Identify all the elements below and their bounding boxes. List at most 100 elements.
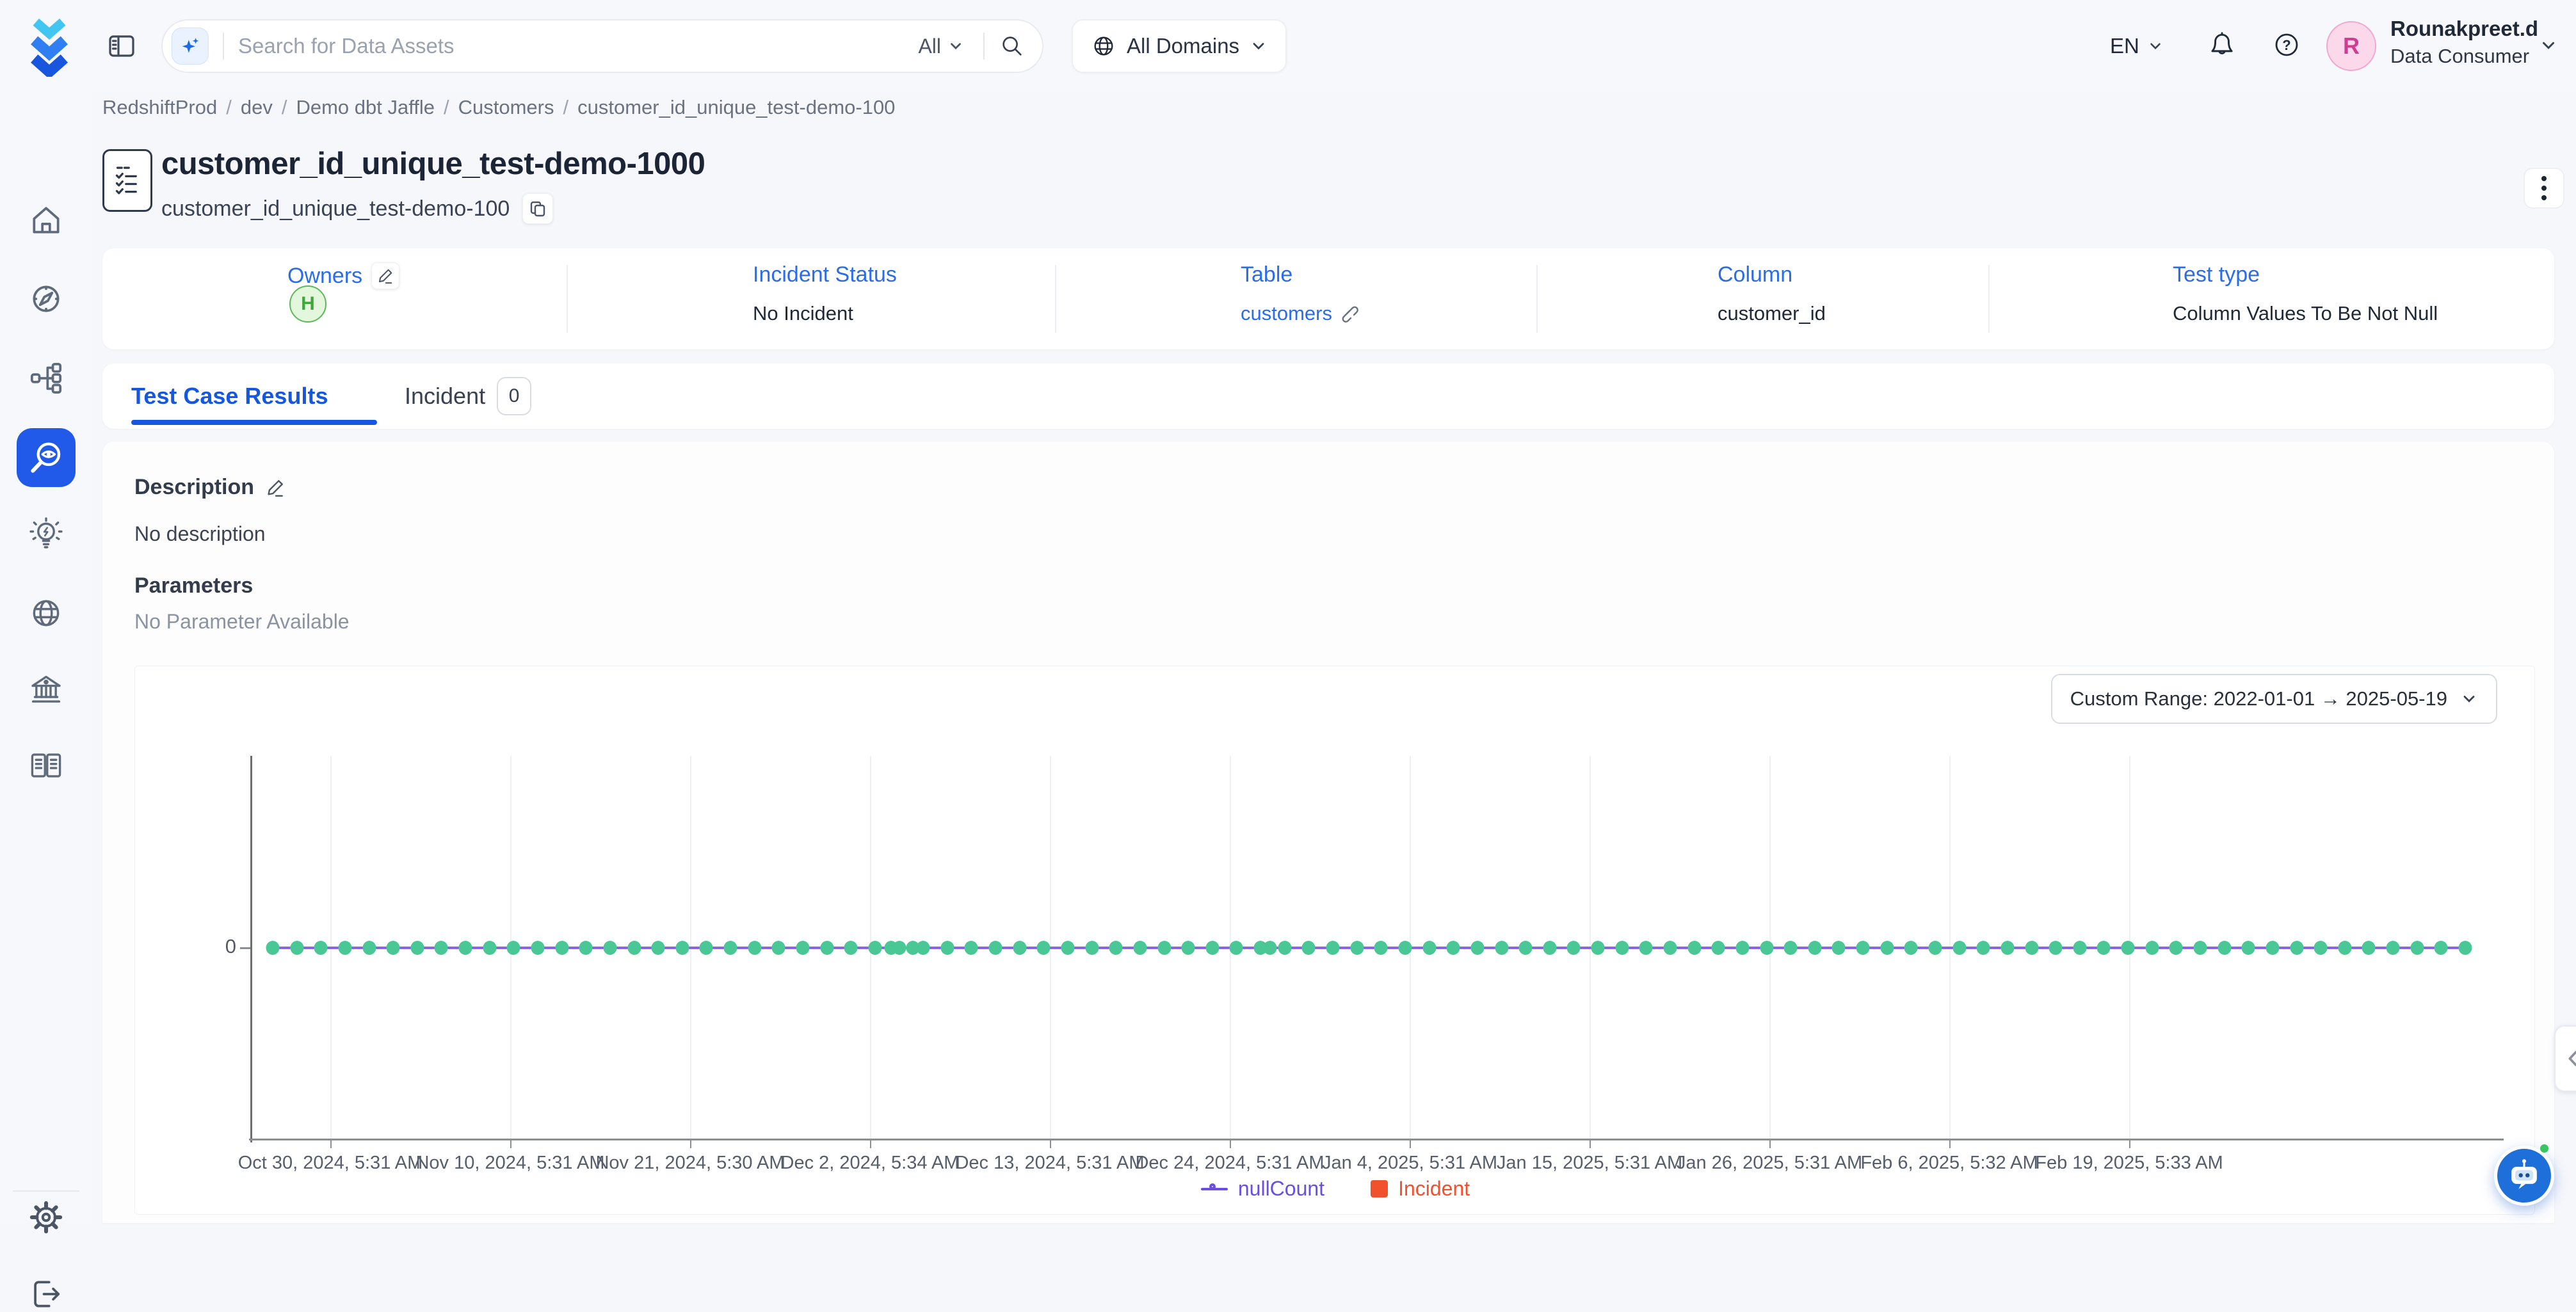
nullcount-data-point[interactable] [989, 941, 1002, 955]
app-logo-icon[interactable] [24, 15, 74, 77]
tab-incident[interactable]: Incident 0 [405, 364, 531, 429]
search-input[interactable] [238, 34, 918, 58]
nullcount-data-point[interactable] [1856, 941, 1870, 955]
language-select[interactable]: EN [2110, 0, 2164, 92]
nullcount-data-point[interactable] [1264, 941, 1277, 955]
tab-test-case-results[interactable]: Test Case Results [131, 364, 328, 429]
nullcount-data-point[interactable] [603, 941, 616, 955]
nullcount-data-point[interactable] [2097, 941, 2111, 955]
nullcount-data-point[interactable] [1977, 941, 1990, 955]
sidebar-item-settings[interactable] [28, 1199, 64, 1235]
nullcount-data-point[interactable] [796, 941, 810, 955]
nullcount-data-point[interactable] [2025, 941, 2038, 955]
nullcount-data-point[interactable] [1061, 941, 1075, 955]
nullcount-data-point[interactable] [844, 941, 858, 955]
nullcount-data-point[interactable] [507, 941, 520, 955]
nullcount-data-point[interactable] [1808, 941, 1821, 955]
nullcount-data-point[interactable] [1398, 941, 1412, 955]
nullcount-data-point[interactable] [2387, 941, 2400, 955]
nullcount-data-point[interactable] [2121, 941, 2135, 955]
nullcount-data-point[interactable] [884, 941, 898, 955]
nullcount-data-point[interactable] [2193, 941, 2207, 955]
nullcount-data-point[interactable] [2290, 941, 2303, 955]
nullcount-data-point[interactable] [1880, 941, 1894, 955]
all-domains-button[interactable]: All Domains [1072, 19, 1287, 73]
nullcount-data-point[interactable] [1470, 941, 1484, 955]
nullcount-data-point[interactable] [1784, 941, 1798, 955]
nullcount-data-point[interactable] [2362, 941, 2376, 955]
sidebar-item-glossary[interactable] [28, 748, 64, 783]
nullcount-data-point[interactable] [868, 941, 881, 955]
nullcount-data-point[interactable] [1350, 941, 1364, 955]
nullcount-data-point[interactable] [2435, 941, 2448, 955]
breadcrumb-item[interactable]: customer_id_unique_test-demo-100 [577, 96, 895, 119]
nullcount-data-point[interactable] [1735, 941, 1749, 955]
search-icon[interactable] [999, 33, 1026, 60]
nullcount-data-point[interactable] [2242, 941, 2255, 955]
nullcount-data-point[interactable] [2169, 941, 2183, 955]
nullcount-data-point[interactable] [1182, 941, 1195, 955]
nullcount-data-point[interactable] [1037, 941, 1051, 955]
nullcount-data-point[interactable] [1133, 941, 1147, 955]
nullcount-data-point[interactable] [965, 941, 978, 955]
edit-description-pencil-icon[interactable] [266, 478, 285, 497]
nullcount-data-point[interactable] [1543, 941, 1556, 955]
nullcount-data-point[interactable] [906, 941, 920, 955]
sidebar-toggle-icon[interactable] [106, 31, 137, 61]
nullcount-data-point[interactable] [2314, 941, 2328, 955]
nullcount-data-point[interactable] [700, 941, 713, 955]
nullcount-data-point[interactable] [1230, 941, 1243, 955]
nullcount-data-point[interactable] [1205, 941, 1219, 955]
nullcount-data-point[interactable] [435, 941, 448, 955]
nullcount-data-point[interactable] [1615, 941, 1629, 955]
nullcount-data-point[interactable] [1278, 941, 1291, 955]
breadcrumb-item[interactable]: Demo dbt Jaffle [296, 96, 435, 119]
sidebar-item-explore[interactable] [28, 281, 64, 317]
copy-icon[interactable] [522, 193, 553, 224]
nullcount-data-point[interactable] [675, 941, 689, 955]
sidebar-item-logout[interactable] [28, 1276, 64, 1312]
nullcount-data-point[interactable] [772, 941, 785, 955]
nullcount-data-point[interactable] [1302, 941, 1316, 955]
nullcount-data-point[interactable] [724, 941, 737, 955]
search-scope-select[interactable]: All [918, 35, 964, 58]
nullcount-data-point[interactable] [1928, 941, 1942, 955]
user-avatar[interactable]: R [2326, 21, 2376, 71]
nullcount-data-point[interactable] [748, 941, 761, 955]
nullcount-data-point[interactable] [1832, 941, 1846, 955]
nullcount-data-point[interactable] [940, 941, 954, 955]
global-search-bar[interactable]: All [161, 19, 1043, 73]
nullcount-data-point[interactable] [2145, 941, 2159, 955]
nullcount-data-point[interactable] [1013, 941, 1026, 955]
legend-incident[interactable]: Incident [1371, 1177, 1470, 1201]
nullcount-data-point[interactable] [2338, 941, 2351, 955]
nullcount-data-point[interactable] [338, 941, 351, 955]
nullcount-data-point[interactable] [2218, 941, 2231, 955]
nullcount-data-point[interactable] [652, 941, 665, 955]
nullcount-data-point[interactable] [266, 941, 280, 955]
chatbot-button[interactable] [2494, 1146, 2554, 1206]
sidebar-item-domains[interactable] [28, 595, 64, 631]
nullcount-data-point[interactable] [1904, 941, 1918, 955]
nullcount-data-point[interactable] [1712, 941, 1725, 955]
nullcount-data-point[interactable] [555, 941, 568, 955]
legend-nullcount[interactable]: nullCount [1201, 1177, 1324, 1201]
notifications-bell-icon[interactable] [2206, 29, 2238, 61]
custom-range-select[interactable]: Custom Range: 2022-01-01 → 2025-05-19 [2051, 674, 2497, 724]
nullcount-data-point[interactable] [1422, 941, 1436, 955]
nullcount-data-point[interactable] [1760, 941, 1773, 955]
nullcount-data-point[interactable] [1639, 941, 1653, 955]
nullcount-data-point[interactable] [531, 941, 545, 955]
nullcount-data-point[interactable] [2000, 941, 2014, 955]
nullcount-data-point[interactable] [290, 941, 303, 955]
nullcount-data-point[interactable] [579, 941, 593, 955]
nullcount-data-point[interactable] [1567, 941, 1581, 955]
user-menu-chevron-icon[interactable] [2539, 36, 2558, 55]
nullcount-data-point[interactable] [2049, 941, 2063, 955]
nullcount-data-point[interactable] [1591, 941, 1605, 955]
nullcount-data-point[interactable] [1663, 941, 1677, 955]
sidebar-item-home[interactable] [28, 202, 64, 238]
sidebar-item-insights[interactable] [28, 516, 64, 552]
nullcount-data-point[interactable] [820, 941, 833, 955]
nullcount-data-point[interactable] [2266, 941, 2279, 955]
